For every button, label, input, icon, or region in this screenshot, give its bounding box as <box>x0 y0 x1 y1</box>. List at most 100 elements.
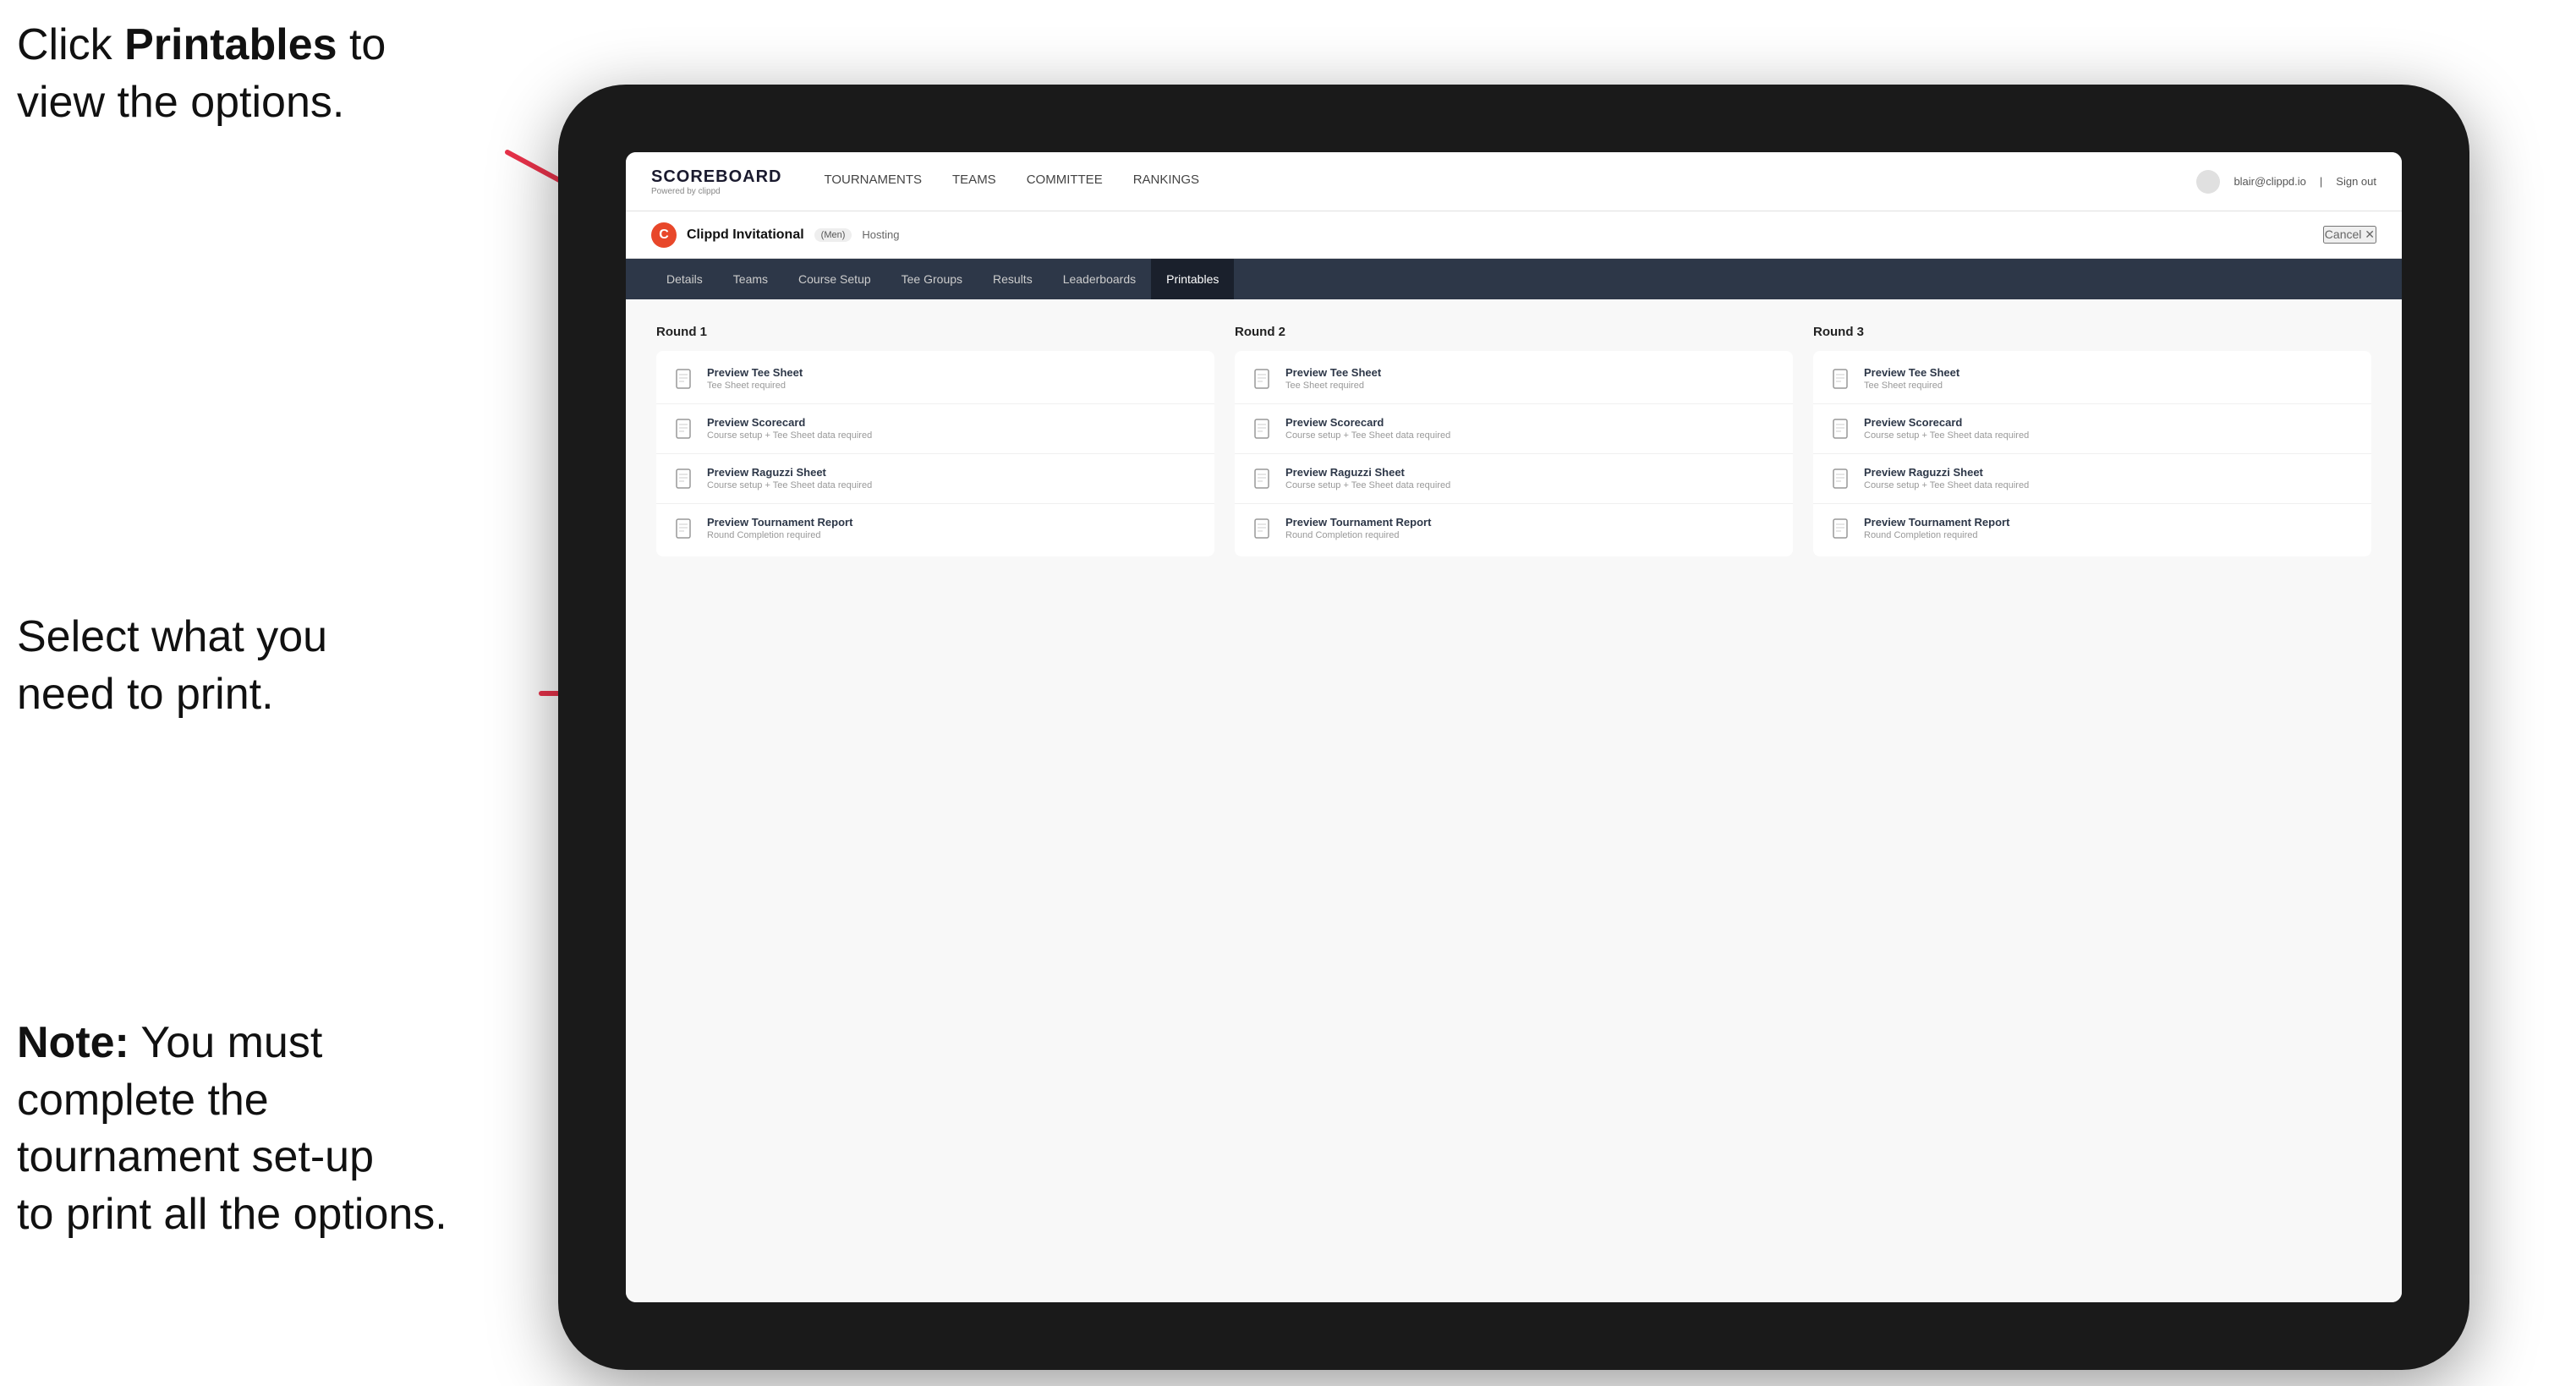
round-2-report-sub: Round Completion required <box>1285 530 1431 540</box>
tab-details[interactable]: Details <box>651 259 718 299</box>
round-2-tournament-report[interactable]: Preview Tournament Report Round Completi… <box>1252 516 1776 541</box>
tab-tee-groups[interactable]: Tee Groups <box>886 259 978 299</box>
round-2-scorecard-sub: Course setup + Tee Sheet data required <box>1285 430 1450 441</box>
scoreboard-logo: SCOREBOARD Powered by clippd <box>651 167 781 196</box>
round-2-report-label: Preview Tournament Report <box>1285 516 1431 529</box>
avatar <box>2196 170 2220 194</box>
tab-results[interactable]: Results <box>978 259 1048 299</box>
round-3-raguzzi[interactable]: Preview Raguzzi Sheet Course setup + Tee… <box>1830 466 2354 491</box>
round-3-scorecard[interactable]: Preview Scorecard Course setup + Tee She… <box>1830 416 2354 441</box>
round-1-tee-sheet-label: Preview Tee Sheet <box>707 366 803 379</box>
round-2-tee-sheet-sub: Tee Sheet required <box>1285 381 1381 391</box>
divider <box>1235 503 1793 504</box>
separator: | <box>2320 175 2322 188</box>
round-3-report-sub: Round Completion required <box>1864 530 2009 540</box>
report-icon-3 <box>1830 518 1854 541</box>
report-icon <box>673 518 697 541</box>
round-2-tee-sheet[interactable]: Preview Tee Sheet Tee Sheet required <box>1252 366 1776 392</box>
round-2-scorecard-label: Preview Scorecard <box>1285 416 1450 429</box>
tee-sheet-icon <box>673 368 697 392</box>
cancel-button[interactable]: Cancel ✕ <box>2323 226 2376 244</box>
round-1-raguzzi-label: Preview Raguzzi Sheet <box>707 466 872 479</box>
round-3-tee-sheet[interactable]: Preview Tee Sheet Tee Sheet required <box>1830 366 2354 392</box>
tab-printables[interactable]: Printables <box>1151 259 1234 299</box>
round-1-column: Round 1 <box>656 325 1214 556</box>
round-3-card: Preview Tee Sheet Tee Sheet required Pre… <box>1813 351 2371 556</box>
round-3-tournament-report[interactable]: Preview Tournament Report Round Completi… <box>1830 516 2354 541</box>
round-2-raguzzi-label: Preview Raguzzi Sheet <box>1285 466 1450 479</box>
round-3-tee-sheet-sub: Tee Sheet required <box>1864 381 1959 391</box>
round-2-title: Round 2 <box>1235 325 1793 339</box>
tab-bar: Details Teams Course Setup Tee Groups Re… <box>626 259 2402 299</box>
instruction-bottom: Note: You mustcomplete thetournament set… <box>17 1015 447 1243</box>
tournament-type: (Men) <box>814 228 852 242</box>
instruction-mid: Select what youneed to print. <box>17 609 327 723</box>
printables-bold: Printables <box>124 20 337 69</box>
tournament-name: Clippd Invitational <box>687 227 804 243</box>
round-2-tee-sheet-label: Preview Tee Sheet <box>1285 366 1381 379</box>
nav-teams[interactable]: TEAMS <box>952 173 996 190</box>
scorecard-icon-2 <box>1252 418 1275 441</box>
round-1-tournament-report[interactable]: Preview Tournament Report Round Completi… <box>673 516 1198 541</box>
nav-rankings[interactable]: RANKINGS <box>1133 173 1199 190</box>
round-1-title: Round 1 <box>656 325 1214 339</box>
round-1-report-text: Preview Tournament Report Round Completi… <box>707 516 852 540</box>
round-3-raguzzi-label: Preview Raguzzi Sheet <box>1864 466 2029 479</box>
round-1-scorecard-text: Preview Scorecard Course setup + Tee She… <box>707 416 872 441</box>
round-2-column: Round 2 Preview Tee Sheet Tee Sheet requ… <box>1235 325 1793 556</box>
tournament-left: C Clippd Invitational (Men) Hosting <box>651 222 899 248</box>
nav-tournaments[interactable]: TOURNAMENTS <box>824 173 922 190</box>
round-1-scorecard[interactable]: Preview Scorecard Course setup + Tee She… <box>673 416 1198 441</box>
tournament-logo: C <box>651 222 677 248</box>
divider <box>656 503 1214 504</box>
tee-sheet-icon-2 <box>1252 368 1275 392</box>
tournament-header: C Clippd Invitational (Men) Hosting Canc… <box>626 211 2402 259</box>
nav-left: SCOREBOARD Powered by clippd TOURNAMENTS… <box>651 167 1199 196</box>
raguzzi-icon-2 <box>1252 468 1275 491</box>
round-1-card: Preview Tee Sheet Tee Sheet required <box>656 351 1214 556</box>
divider <box>656 453 1214 454</box>
divider <box>1813 403 2371 404</box>
rounds-grid: Round 1 <box>656 325 2371 556</box>
divider <box>1813 453 2371 454</box>
tab-leaderboards[interactable]: Leaderboards <box>1048 259 1151 299</box>
nav-links: TOURNAMENTS TEAMS COMMITTEE RANKINGS <box>824 173 1199 190</box>
round-3-title: Round 3 <box>1813 325 2371 339</box>
round-3-tee-sheet-label: Preview Tee Sheet <box>1864 366 1959 379</box>
scoreboard-sub: Powered by clippd <box>651 187 781 196</box>
round-1-raguzzi[interactable]: Preview Raguzzi Sheet Course setup + Tee… <box>673 466 1198 491</box>
round-1-report-label: Preview Tournament Report <box>707 516 852 529</box>
round-3-column: Round 3 Preview Tee Sheet Tee Sheet requ… <box>1813 325 2371 556</box>
round-1-raguzzi-sub: Course setup + Tee Sheet data required <box>707 480 872 490</box>
tab-teams[interactable]: Teams <box>718 259 783 299</box>
divider <box>1235 453 1793 454</box>
note-bold: Note: <box>17 1018 129 1067</box>
tab-course-setup[interactable]: Course Setup <box>783 259 886 299</box>
scoreboard-title: SCOREBOARD <box>651 167 781 187</box>
round-1-tee-sheet[interactable]: Preview Tee Sheet Tee Sheet required <box>673 366 1198 392</box>
sign-out-link[interactable]: Sign out <box>2336 175 2376 188</box>
round-3-scorecard-sub: Course setup + Tee Sheet data required <box>1864 430 2029 441</box>
round-1-tee-sheet-text: Preview Tee Sheet Tee Sheet required <box>707 366 803 391</box>
tournament-status: Hosting <box>862 228 899 241</box>
tee-sheet-icon-3 <box>1830 368 1854 392</box>
nav-right: blair@clippd.io | Sign out <box>2196 170 2376 194</box>
round-1-scorecard-label: Preview Scorecard <box>707 416 872 429</box>
scorecard-icon-3 <box>1830 418 1854 441</box>
main-content: Round 1 <box>626 299 2402 1302</box>
top-nav: SCOREBOARD Powered by clippd TOURNAMENTS… <box>626 152 2402 211</box>
tablet-screen: SCOREBOARD Powered by clippd TOURNAMENTS… <box>626 152 2402 1302</box>
report-icon-2 <box>1252 518 1275 541</box>
user-email: blair@clippd.io <box>2233 175 2305 188</box>
round-3-raguzzi-sub: Course setup + Tee Sheet data required <box>1864 480 2029 490</box>
round-1-scorecard-sub: Course setup + Tee Sheet data required <box>707 430 872 441</box>
divider <box>1813 503 2371 504</box>
round-2-card: Preview Tee Sheet Tee Sheet required Pre… <box>1235 351 1793 556</box>
raguzzi-icon <box>673 468 697 491</box>
divider <box>1235 403 1793 404</box>
nav-committee[interactable]: COMMITTEE <box>1027 173 1103 190</box>
round-2-scorecard[interactable]: Preview Scorecard Course setup + Tee She… <box>1252 416 1776 441</box>
round-2-raguzzi[interactable]: Preview Raguzzi Sheet Course setup + Tee… <box>1252 466 1776 491</box>
instruction-top: Click Printables toview the options. <box>17 17 386 131</box>
scorecard-icon <box>673 418 697 441</box>
